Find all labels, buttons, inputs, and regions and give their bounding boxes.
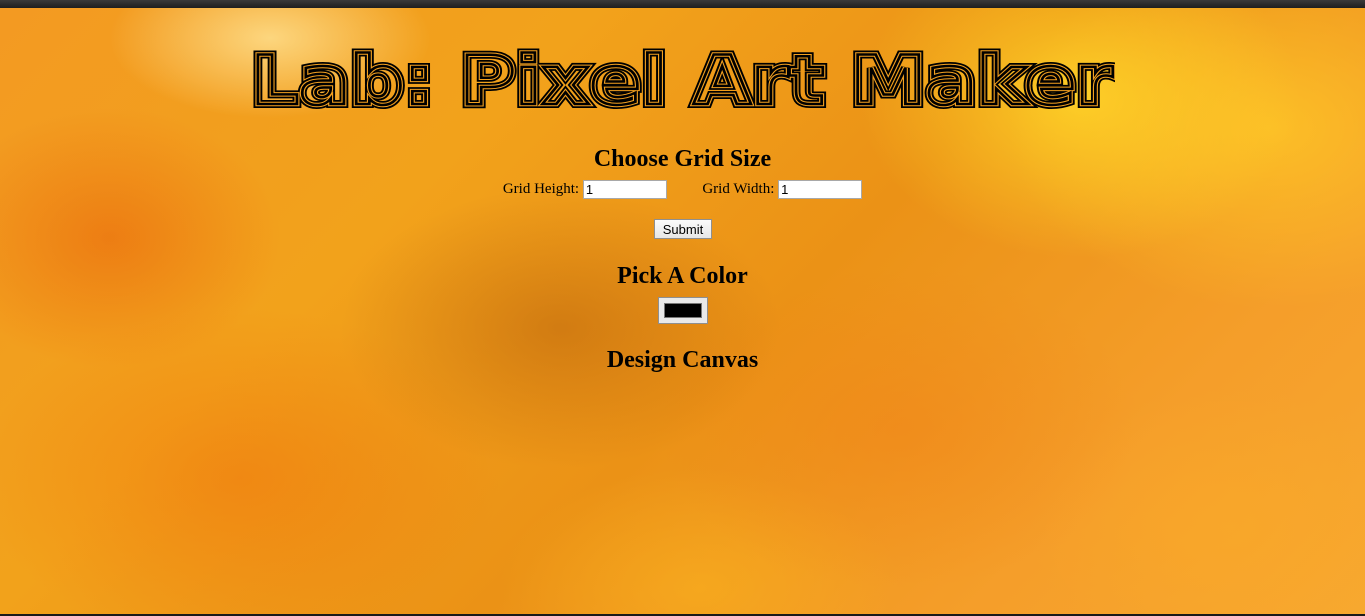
grid-size-form: Grid Height: Grid Width:	[0, 180, 1365, 199]
submit-button[interactable]: Submit	[654, 219, 712, 239]
browser-top-bar	[0, 0, 1365, 8]
page-title-inner-stroke: Lab: Pixel Art Maker	[251, 46, 1114, 110]
grid-size-heading: Choose Grid Size	[593, 146, 772, 172]
grid-width-label: Grid Width:	[702, 180, 775, 197]
pick-color-heading: Pick A Color	[617, 263, 748, 289]
grid-width-input[interactable]	[778, 180, 863, 199]
color-swatch	[664, 303, 702, 318]
design-canvas[interactable]	[682, 388, 683, 389]
grid-height-label: Grid Height:	[502, 180, 580, 197]
page-title: Lab: Pixel Art Maker Lab: Pixel Art Make…	[250, 46, 1115, 110]
page-title-graphic: Lab: Pixel Art Maker Lab: Pixel Art Make…	[250, 46, 1115, 110]
grid-height-input[interactable]	[582, 180, 667, 199]
design-canvas-heading: Design Canvas	[606, 347, 759, 373]
color-picker[interactable]	[658, 297, 708, 324]
